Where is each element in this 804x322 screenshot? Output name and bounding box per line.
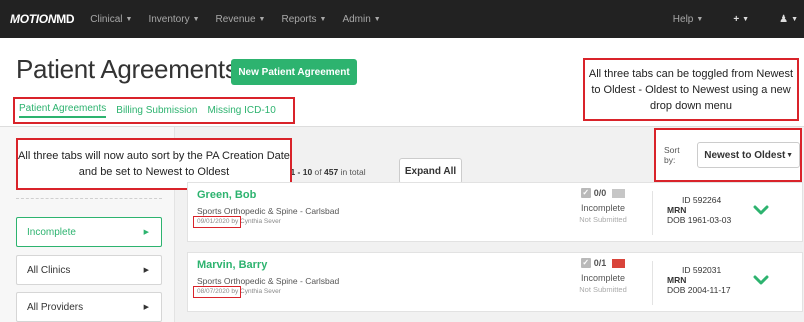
annotation-sort-toggle: All three tabs can be toggled from Newes… xyxy=(583,58,799,121)
caret-down-icon: ▼ xyxy=(125,15,133,23)
patient-id: ID 592031 xyxy=(682,265,722,275)
agreement-row[interactable]: Marvin, Barry Sports Orthopedic & Spine … xyxy=(187,252,803,312)
filter-status[interactable]: Incomplete ▶ xyxy=(16,217,162,247)
sort-label: Sort by: xyxy=(664,145,680,165)
nav-reports[interactable]: Reports ▼ xyxy=(281,14,326,25)
agreement-row[interactable]: Green, Bob Sports Orthopedic & Spine - C… xyxy=(187,182,803,242)
status-text: Incomplete xyxy=(580,273,626,283)
chevron-down-icon[interactable] xyxy=(753,272,769,288)
nav-clinical[interactable]: Clinical ▼ xyxy=(90,14,132,25)
date-highlight xyxy=(193,286,241,298)
submission-status: Not Submitted xyxy=(579,285,627,294)
patient-mrn: MRN xyxy=(667,205,687,215)
patient-name-link[interactable]: Green, Bob xyxy=(197,189,256,201)
status-block: ✓ 0/1 Incomplete Not Submitted xyxy=(563,258,643,294)
brand-logo[interactable]: MOTIONMD xyxy=(10,12,75,26)
new-patient-agreement-button[interactable]: New Patient Agreement xyxy=(231,59,357,85)
caret-down-icon: ▼ xyxy=(192,15,200,23)
plus-icon: + xyxy=(733,13,740,25)
patient-dob: DOB 2004-11-17 xyxy=(667,285,731,295)
date-highlight xyxy=(193,216,241,228)
checkbox-icon: ✓ xyxy=(580,258,591,268)
status-block: ✓ 0/0 Incomplete Not Submitted xyxy=(563,188,643,224)
patient-id: ID 592264 xyxy=(682,195,722,205)
top-navbar: MOTIONMD Clinical ▼ Inventory ▼ Revenue ▼ R… xyxy=(0,0,804,38)
patient-name-link[interactable]: Marvin, Barry xyxy=(197,259,267,271)
row-divider xyxy=(652,261,653,305)
sort-control-highlight: Sort by: Newest to Oldest ▼ xyxy=(654,128,802,182)
user-icon: ♟ xyxy=(779,13,789,25)
filter-status-label: Incomplete xyxy=(27,226,76,238)
nav-user-menu[interactable]: ♟ ▼ xyxy=(779,14,798,25)
filter-clinics-label: All Clinics xyxy=(27,264,71,276)
caret-down-icon: ▼ xyxy=(786,151,793,159)
nav-help[interactable]: Help ▼ xyxy=(673,14,704,25)
caret-down-icon: ▼ xyxy=(791,15,798,23)
envelope-icon xyxy=(612,188,626,198)
filter-clinics[interactable]: All Clinics ▶ xyxy=(16,255,162,285)
sort-selected-value: Newest to Oldest xyxy=(704,149,786,161)
envelope-error-icon xyxy=(612,258,626,268)
expand-all-button[interactable]: Expand All xyxy=(399,158,462,184)
filter-providers-label: All Providers xyxy=(27,301,84,313)
tab-bar: Patient Agreements Billing Submission Mi… xyxy=(13,97,295,124)
caret-down-icon: ▼ xyxy=(373,15,381,23)
filter-providers[interactable]: All Providers ▶ xyxy=(16,292,162,322)
caret-right-icon: ▶ xyxy=(143,304,149,311)
caret-right-icon: ▶ xyxy=(143,229,149,236)
tab-patient-agreements[interactable]: Patient Agreements xyxy=(19,103,107,118)
tab-missing-icd10[interactable]: Missing ICD-10 xyxy=(207,105,275,116)
patient-mrn: MRN xyxy=(667,275,687,285)
patient-ids: ID 592264 MRN DOB 1961-03-03 xyxy=(667,195,731,225)
caret-down-icon: ▼ xyxy=(696,15,704,23)
nav-admin[interactable]: Admin ▼ xyxy=(342,14,380,25)
clinic-name: Sports Orthopedic & Spine - Carlsbad xyxy=(197,276,340,286)
nav-right: Help ▼ + ▼ ♟ ▼ xyxy=(657,0,804,38)
caret-right-icon: ▶ xyxy=(143,267,149,274)
signed-count: 0/0 xyxy=(593,188,607,198)
page-title: Patient Agreements xyxy=(16,54,238,84)
caret-down-icon: ▼ xyxy=(742,15,750,23)
nav-revenue[interactable]: Revenue ▼ xyxy=(216,14,266,25)
caret-down-icon: ▼ xyxy=(319,15,327,23)
signed-count: 0/1 xyxy=(593,258,607,268)
sidebar-divider xyxy=(16,198,162,199)
row-divider xyxy=(652,191,653,235)
nav-add-menu[interactable]: + ▼ xyxy=(733,14,749,25)
sort-dropdown[interactable]: Newest to Oldest ▼ xyxy=(697,142,800,168)
submission-status: Not Submitted xyxy=(579,215,627,224)
status-text: Incomplete xyxy=(580,203,626,213)
clinic-name: Sports Orthopedic & Spine - Carlsbad xyxy=(197,206,340,216)
checkbox-icon: ✓ xyxy=(580,188,591,198)
patient-dob: DOB 1961-03-03 xyxy=(667,215,732,225)
chevron-down-icon[interactable] xyxy=(753,202,769,218)
tab-billing-submission[interactable]: Billing Submission xyxy=(116,105,197,116)
nav-inventory[interactable]: Inventory ▼ xyxy=(148,14,199,25)
patient-ids: ID 592031 MRN DOB 2004-11-17 xyxy=(667,265,731,295)
caret-down-icon: ▼ xyxy=(258,15,266,23)
